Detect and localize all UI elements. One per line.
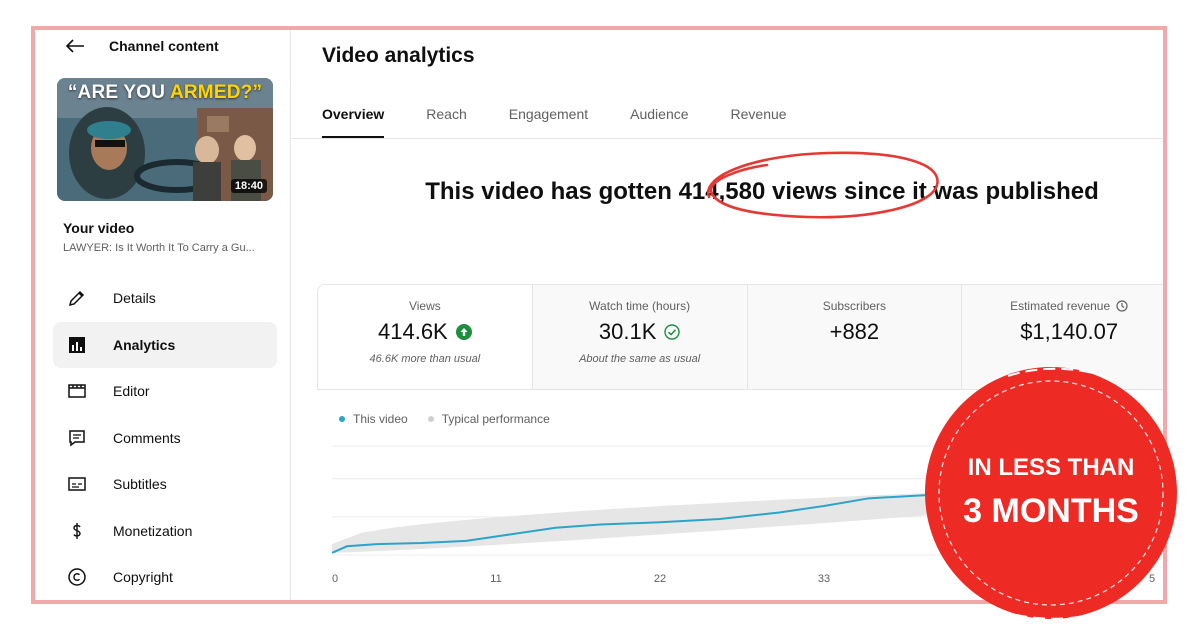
sidebar-item-subtitles[interactable]: Subtitles <box>53 461 277 508</box>
sidebar-item-label: Editor <box>113 383 150 400</box>
sidebar-item-label: Monetization <box>113 522 193 539</box>
comments-icon <box>67 428 87 448</box>
badge-line-2: 3 MONTHS <box>963 492 1139 530</box>
sidebar-item-label: Comments <box>113 429 181 446</box>
subtitles-icon <box>67 474 87 494</box>
tab-revenue[interactable]: Revenue <box>731 106 787 139</box>
back-to-channel-content[interactable]: Channel content <box>65 38 219 54</box>
sidebar-item-analytics[interactable]: Analytics <box>53 321 277 368</box>
x-tick-label: 33 <box>818 573 830 585</box>
metric-value: +882 <box>829 319 880 344</box>
sidebar-item-label: Copyright <box>113 569 173 586</box>
back-label: Channel content <box>109 38 219 54</box>
badge-line-1: IN LESS THAN <box>967 454 1135 481</box>
tab-reach[interactable]: Reach <box>426 106 466 139</box>
copyright-icon <box>67 567 87 587</box>
legend-dot <box>339 416 345 422</box>
metric-value: $1,140.07 <box>1020 319 1119 344</box>
metric-label: Estimated revenue <box>1010 299 1111 313</box>
legend-typical-performance[interactable]: Typical performance <box>427 412 550 426</box>
sidebar-item-label: Details <box>113 290 156 307</box>
sidebar-item-label: Subtitles <box>113 476 167 493</box>
your-video-heading: Your video <box>63 220 135 236</box>
sidebar-item-monetization[interactable]: Monetization <box>53 508 277 555</box>
sidebar-item-label: Analytics <box>113 336 176 353</box>
thumbnail-title: “ARE YOU ARMED?” <box>67 82 263 103</box>
page-title: Video analytics <box>322 44 475 67</box>
pencil-icon <box>67 288 87 308</box>
legend-label: Typical performance <box>441 412 550 426</box>
back-arrow-icon[interactable] <box>65 38 85 54</box>
metric-label: Subscribers <box>822 299 887 313</box>
legend-dot <box>427 416 434 422</box>
video-thumbnail[interactable]: “ARE YOU ARMED?” 18:40 <box>57 78 273 201</box>
metric-label: Watch time (hours) <box>589 299 691 313</box>
chart-legend: This video Typical performance <box>339 412 550 426</box>
editor-icon <box>67 381 87 401</box>
x-tick-label: 22 <box>654 573 666 585</box>
in-less-than-3-months-badge: IN LESS THAN 3 MONTHS <box>918 362 1184 624</box>
x-tick-label: 0 <box>332 573 338 585</box>
x-tick-label: 11 <box>490 573 501 585</box>
metric-label: Views <box>408 299 441 313</box>
analytics-icon <box>67 335 87 355</box>
tab-audience[interactable]: Audience <box>630 106 688 139</box>
legend-label: This video <box>353 412 408 426</box>
sidebar-nav: Details Analytics Editor Comments Subtit… <box>53 275 277 600</box>
metric-note: 46.6K more than usual <box>369 353 481 365</box>
tabs-divider <box>292 138 1163 139</box>
sidebar: Channel content “ARE YOU ARMED?” 18:40 Y… <box>35 30 291 600</box>
up-arrow-icon <box>455 324 472 340</box>
sidebar-item-details[interactable]: Details <box>53 275 277 322</box>
duration-badge: 18:40 <box>230 179 267 193</box>
check-icon <box>664 324 681 340</box>
tab-overview[interactable]: Overview <box>322 106 385 139</box>
sidebar-item-comments[interactable]: Comments <box>53 415 277 462</box>
metric-value: 30.1K <box>598 319 657 344</box>
metric-watch-time[interactable]: Watch time (hours) 30.1K About the same … <box>532 285 748 389</box>
metric-value: 414.6K <box>378 319 448 344</box>
analytics-tabs: Overview Reach Engagement Audience Reven… <box>322 106 829 139</box>
views-headline: This video has gotten 414,580 views sinc… <box>425 178 1099 205</box>
metric-views[interactable]: Views 414.6K 46.6K more than usual <box>318 285 533 389</box>
metric-note: About the same as usual <box>579 353 701 365</box>
tab-engagement[interactable]: Engagement <box>509 106 588 139</box>
video-title: LAWYER: Is It Worth It To Carry a Gu... <box>63 242 255 254</box>
sidebar-item-copyright[interactable]: Copyright <box>53 554 277 600</box>
sidebar-item-editor[interactable]: Editor <box>53 368 277 415</box>
legend-this-video[interactable]: This video <box>339 412 408 426</box>
dollar-icon <box>67 521 87 541</box>
clock-icon <box>1116 300 1128 312</box>
